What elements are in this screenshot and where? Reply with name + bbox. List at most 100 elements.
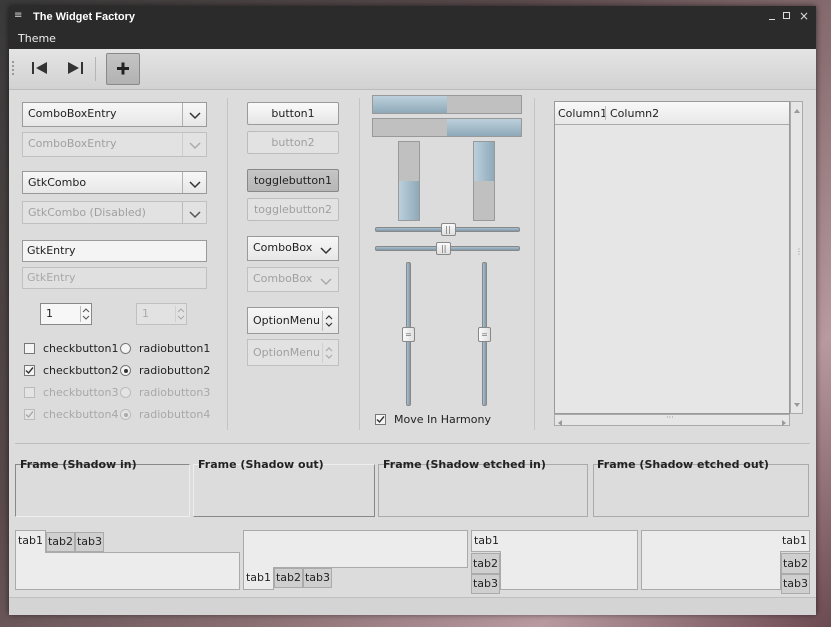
hprogress-bar-2 [372, 118, 522, 137]
combobox[interactable]: ComboBox [247, 236, 339, 261]
notebook-left-panel [500, 530, 638, 590]
notebook-right-tab3[interactable]: tab3 [781, 574, 810, 594]
tree-vscrollbar[interactable]: ⋮ [790, 101, 803, 414]
togglebutton2: togglebutton2 [247, 198, 339, 221]
chevron-down-icon [320, 276, 332, 289]
add-button[interactable] [106, 53, 140, 85]
scroll-grip-icon[interactable]: ⋮ [795, 248, 803, 256]
chevron-down-icon[interactable] [320, 245, 332, 258]
vprogress-bar-1 [398, 141, 420, 221]
horizontal-separator [15, 443, 810, 444]
combobox-disabled: ComboBox [247, 267, 339, 292]
notebook-bottom-tab3[interactable]: tab3 [303, 568, 332, 588]
hscale-2-thumb[interactable]: || [436, 242, 452, 255]
checkbutton4-box [24, 409, 35, 420]
column-separator [359, 98, 360, 430]
add-icon [117, 62, 129, 75]
button1[interactable]: button1 [247, 102, 339, 125]
notebook-top-tab3[interactable]: tab3 [75, 532, 104, 552]
vscale-1[interactable]: = [402, 262, 415, 406]
widget-factory-window: ≡ The Widget Factory × Theme ComboBoxEnt… [9, 6, 816, 615]
combo-box-entry[interactable]: ComboBoxEntry [22, 102, 207, 127]
column-separator [227, 98, 228, 430]
window-menu-icon[interactable]: ≡ [14, 11, 22, 21]
notebook-top-tab1[interactable]: tab1 [15, 530, 46, 553]
option-menu[interactable]: OptionMenu [247, 307, 339, 334]
gtk-entry[interactable]: GtkEntry [22, 240, 207, 262]
notebook-left-tab3[interactable]: tab3 [471, 574, 500, 594]
notebook-bottom-tab1[interactable]: tab1 [243, 567, 274, 590]
gtk-combo[interactable]: GtkCombo [22, 171, 207, 194]
hscale-1[interactable]: || [375, 223, 520, 236]
chevron-down-icon[interactable] [189, 179, 201, 189]
scroll-up-icon[interactable] [793, 104, 801, 117]
move-in-harmony-label[interactable]: Move In Harmony [394, 413, 491, 426]
notebook-right-tab2[interactable]: tab2 [781, 553, 810, 574]
go-first-icon[interactable] [31, 59, 49, 77]
column-header-2[interactable]: Column2 [610, 107, 659, 120]
up-down-arrows-icon [322, 343, 335, 363]
move-in-harmony-checkbox[interactable] [375, 414, 386, 425]
option-menu-disabled: OptionMenu [247, 339, 339, 366]
radiobutton1-circle[interactable] [120, 343, 131, 354]
minimize-icon[interactable] [767, 11, 777, 21]
notebook-left-tab2[interactable]: tab2 [471, 553, 500, 574]
status-bar [9, 597, 816, 615]
toolbar-separator [95, 57, 96, 81]
frame-shadow-in [15, 464, 190, 517]
togglebutton1[interactable]: togglebutton1 [247, 169, 339, 192]
maximize-icon[interactable] [783, 12, 790, 19]
spin-value[interactable]: 1 [46, 307, 53, 320]
spin-arrows-icon[interactable] [80, 306, 91, 322]
checkbutton1-label[interactable]: checkbutton1 [43, 342, 119, 355]
checkbutton2-box[interactable] [24, 365, 35, 376]
combobox-text: ComboBox [253, 241, 313, 254]
notebook-bottom-tab2[interactable]: tab2 [274, 568, 303, 588]
radiobutton2-label[interactable]: radiobutton2 [139, 364, 210, 377]
notebook-left-tab1[interactable]: tab1 [471, 530, 501, 552]
scroll-right-icon[interactable] [781, 417, 787, 430]
column-header-1[interactable]: Column1 [558, 107, 607, 120]
combo-box-entry-text[interactable]: ComboBoxEntry [28, 103, 117, 125]
button2: button2 [247, 131, 339, 154]
vprogress-fill-2 [474, 142, 494, 181]
hscale-1-thumb[interactable]: || [440, 223, 456, 236]
scroll-grip-icon[interactable]: ··· [666, 413, 674, 422]
notebook-top-panel [15, 552, 240, 590]
vprogress-fill-1 [399, 181, 419, 220]
radiobutton2-circle[interactable] [120, 365, 131, 376]
vscale-2[interactable]: = [478, 262, 491, 406]
hprogress-fill-1 [373, 96, 447, 113]
go-last-icon[interactable] [66, 59, 84, 77]
gtk-combo-disabled: GtkCombo (Disabled) [22, 201, 207, 224]
scroll-down-icon[interactable] [793, 398, 801, 411]
vscale-1-thumb[interactable]: = [402, 327, 415, 342]
checkbutton2-label[interactable]: checkbutton2 [43, 364, 119, 377]
frame-shadow-in-title: Frame (Shadow in) [20, 458, 137, 471]
combo-box-entry-disabled: ComboBoxEntry [22, 132, 207, 157]
radiobutton4-circle [120, 409, 131, 420]
up-down-arrows-icon[interactable] [322, 311, 335, 331]
radio-dot-icon [123, 368, 128, 373]
close-icon[interactable]: × [799, 9, 809, 23]
checkbutton1-box[interactable] [24, 343, 35, 354]
column-header-divider [605, 106, 606, 120]
radiobutton1-label[interactable]: radiobutton1 [139, 342, 210, 355]
window-title: The Widget Factory [33, 11, 135, 23]
chevron-down-icon[interactable] [189, 110, 201, 120]
hscale-2[interactable]: || [375, 242, 520, 255]
radiobutton4-label: radiobutton4 [139, 408, 211, 421]
chevron-down-icon [189, 140, 201, 150]
spin-button[interactable]: 1 [40, 303, 92, 325]
notebook-right-tab1[interactable]: tab1 [780, 530, 810, 552]
vprogress-bar-2 [473, 141, 495, 221]
tree-view[interactable]: Column1 Column2 [554, 101, 790, 414]
menu-theme[interactable]: Theme [18, 32, 56, 45]
scroll-left-icon[interactable] [557, 417, 563, 430]
frame-shadow-etched-in [378, 464, 588, 517]
notebook-top-tab2[interactable]: tab2 [46, 532, 75, 552]
tree-hscrollbar[interactable]: ··· [554, 413, 790, 426]
vscale-2-thumb[interactable]: = [478, 327, 491, 342]
titlebar: ≡ The Widget Factory × [9, 6, 816, 30]
frame-shadow-etched-out [593, 464, 809, 517]
